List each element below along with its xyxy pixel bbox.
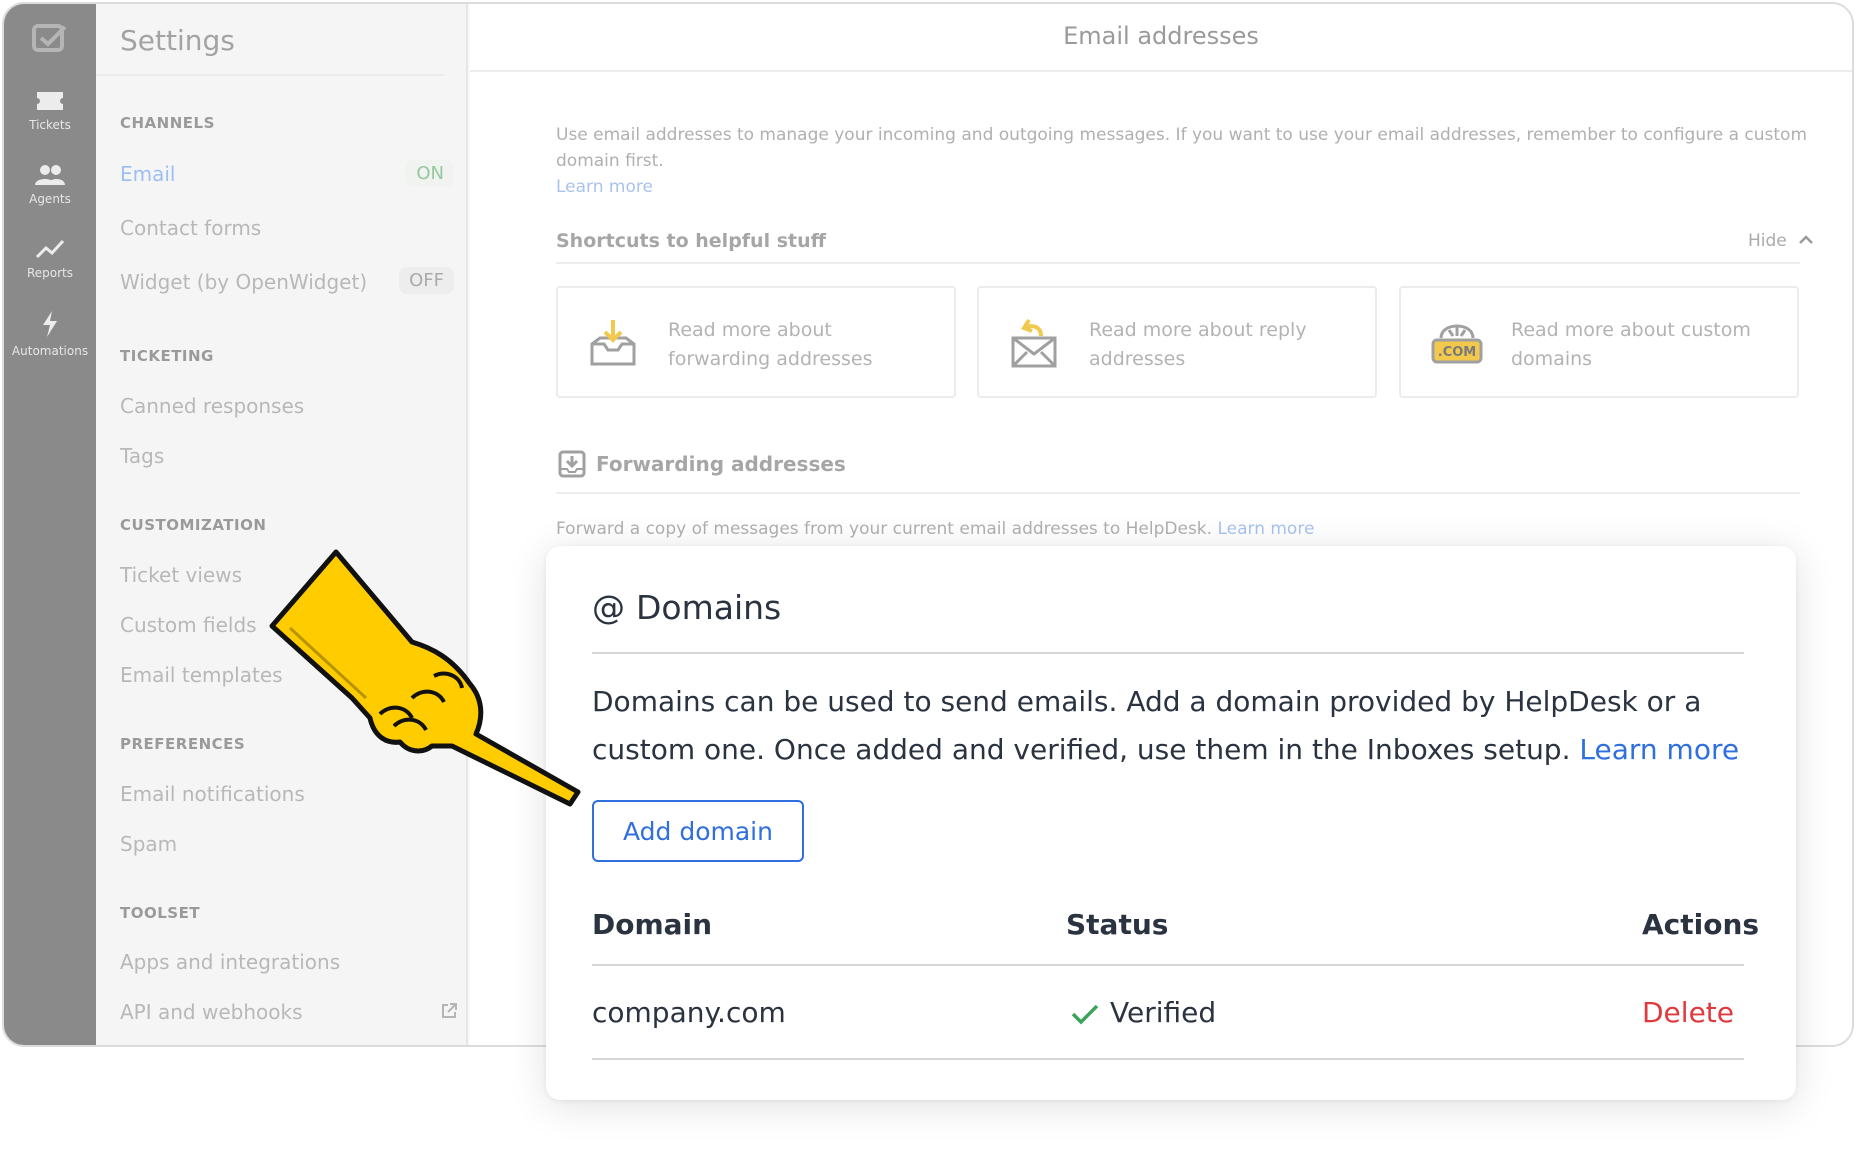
table-row-divider: [592, 1058, 1744, 1060]
rail-item-agents[interactable]: Agents: [4, 164, 96, 206]
lightning-icon: [43, 311, 57, 337]
reports-icon: [35, 239, 65, 259]
settings-sidebar: Settings CHANNELS Email ON Contact forms…: [96, 4, 468, 1045]
shortcut-card-custom-domains[interactable]: .COM Read more about custom domains: [1399, 286, 1799, 398]
forwarding-description: Forward a copy of messages from your cur…: [556, 519, 1315, 539]
rail-label: Automations: [11, 344, 89, 358]
page-description: Use email addresses to manage your incom…: [556, 125, 1808, 197]
forwarding-inbox-icon: [558, 450, 586, 478]
domains-learn-more-link[interactable]: Learn more: [1579, 733, 1739, 766]
screenshot-stage: Tickets Agents Reports Automations Setti…: [0, 0, 1856, 1156]
domains-title: Domains: [636, 588, 782, 627]
page-title: Email addresses: [1063, 22, 1259, 50]
chevron-up-icon: [1799, 235, 1814, 244]
com-domain-icon: .COM: [1431, 324, 1483, 364]
sidebar-title: Settings: [120, 24, 235, 57]
column-header-status: Status: [1066, 908, 1169, 941]
shortcut-card-forwarding[interactable]: Read more about forwarding addresses: [556, 286, 956, 398]
nav-rail: Tickets Agents Reports Automations: [4, 4, 96, 1045]
domains-card: @ Domains Domains can be used to send em…: [546, 546, 1796, 1100]
section-preferences: PREFERENCES: [120, 735, 246, 753]
rail-label: Agents: [29, 192, 71, 206]
section-ticketing: TICKETING: [120, 347, 214, 365]
helpdesk-logo-icon: [32, 24, 67, 52]
rail-label: Tickets: [29, 118, 71, 132]
page-header: Email addresses: [470, 4, 1852, 72]
email-status-badge: ON: [406, 160, 454, 187]
agents-icon: [35, 165, 65, 185]
section-customization: CUSTOMIZATION: [120, 516, 267, 534]
domains-description: Domains can be used to send emails. Add …: [592, 685, 1740, 766]
rail-label: Reports: [26, 266, 74, 280]
domain-cell: company.com: [592, 996, 786, 1029]
sidebar-item-api[interactable]: API and webhooks: [120, 1000, 303, 1024]
external-link-icon[interactable]: [440, 1002, 458, 1020]
inbox-download-icon: [590, 320, 636, 366]
reply-envelope-icon: [1011, 318, 1057, 368]
shortcut-card-text: Read more about reply addresses: [1089, 319, 1307, 370]
sidebar-item-canned-responses[interactable]: Canned responses: [120, 394, 304, 418]
sidebar-item-widget[interactable]: Widget (by OpenWidget): [120, 270, 367, 294]
shortcuts-divider: [556, 262, 1800, 264]
section-toolset: TOOLSET: [120, 904, 201, 922]
com-label: .COM: [1438, 345, 1476, 360]
forwarding-title: Forwarding addresses: [596, 452, 846, 476]
at-icon: @: [592, 588, 625, 627]
rail-item-tickets[interactable]: Tickets: [4, 90, 96, 132]
sidebar-divider: [96, 74, 444, 76]
sidebar-item-custom-fields[interactable]: Custom fields: [120, 613, 257, 637]
shortcut-card-reply[interactable]: Read more about reply addresses: [977, 286, 1377, 398]
forwarding-divider: [556, 492, 1800, 494]
shortcut-card-text: Read more about custom domains: [1511, 319, 1751, 370]
sidebar-item-email-templates[interactable]: Email templates: [120, 663, 283, 687]
hide-shortcuts-button[interactable]: Hide: [1748, 231, 1814, 251]
pointing-hand-icon: [269, 549, 581, 807]
check-icon: [1071, 1004, 1099, 1025]
column-header-actions: Actions: [1642, 908, 1760, 941]
ticket-icon: [37, 92, 63, 110]
section-channels: CHANNELS: [120, 114, 215, 132]
sidebar-item-spam[interactable]: Spam: [120, 832, 177, 856]
status-cell: Verified: [1110, 996, 1217, 1029]
domains-title-divider: [592, 652, 1744, 654]
widget-status-badge: OFF: [399, 267, 454, 294]
rail-item-automations[interactable]: Automations: [4, 310, 96, 358]
sidebar-item-email[interactable]: Email: [120, 162, 176, 186]
table-header-divider: [592, 964, 1744, 966]
sidebar-item-contact-forms[interactable]: Contact forms: [120, 216, 261, 240]
sidebar-item-apps[interactable]: Apps and integrations: [120, 950, 340, 974]
learn-more-link[interactable]: Learn more: [556, 177, 653, 197]
shortcuts-title: Shortcuts to helpful stuff: [556, 230, 827, 252]
rail-item-reports[interactable]: Reports: [4, 238, 96, 280]
forwarding-learn-more-link[interactable]: Learn more: [1217, 519, 1314, 539]
add-domain-button[interactable]: Add domain: [592, 800, 804, 862]
sidebar-item-ticket-views[interactable]: Ticket views: [120, 563, 242, 587]
sidebar-item-tags[interactable]: Tags: [120, 444, 164, 468]
shortcut-card-text: Read more about forwarding addresses: [668, 319, 873, 370]
column-header-domain: Domain: [592, 908, 713, 941]
delete-domain-button[interactable]: Delete: [1642, 996, 1734, 1029]
